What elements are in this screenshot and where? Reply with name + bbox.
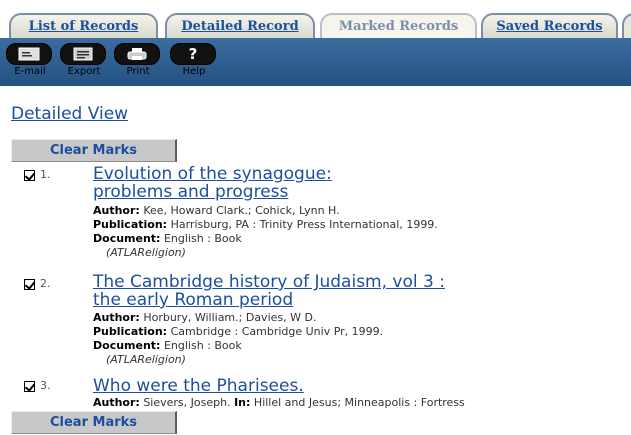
help-label: Help [182, 66, 206, 77]
record-1-author-value: Kee, Howard Clark.; Cohick, Lynn H. [143, 204, 340, 217]
record-1-document-value: English : Book [163, 232, 242, 245]
record-2-publication-label: Publication: [93, 325, 168, 338]
detailed-view-link[interactable]: Detailed View [11, 104, 128, 124]
record-1-checkbox[interactable] [24, 170, 35, 181]
record-3-title-line1[interactable]: Who were the Pharisees. [93, 376, 304, 396]
record-2-title-line2[interactable]: the early Roman period [93, 290, 293, 310]
record-3-number: 3. [40, 379, 51, 392]
record-3-in-value: Hillel and Jesus; Minneapolis : Fortress [253, 396, 465, 409]
export-label: Export [67, 66, 101, 77]
record-1-title-line1[interactable]: Evolution of the synagogue: [93, 164, 332, 184]
record-2-publication-value: Cambridge : Cambridge Univ Pr, 1999. [170, 325, 384, 338]
record-2-publication: Publication: Cambridge : Cambridge Univ … [93, 325, 383, 339]
print-button[interactable]: Print [110, 43, 166, 83]
record-1-document-label: Document: [93, 232, 161, 245]
tab-marked-records[interactable]: Marked Records [320, 13, 477, 38]
record-3-author: Author: Sievers, Joseph. In: Hillel and … [93, 396, 465, 410]
record-2-title-line1[interactable]: The Cambridge history of Judaism, vol 3 … [93, 272, 445, 292]
email-button[interactable]: E-mail [2, 43, 58, 83]
record-3-author-label: Author: [93, 396, 140, 409]
record-2-author-value: Horbury, William.; Davies, W D. [143, 311, 317, 324]
clear-marks-button-bottom[interactable]: Clear Marks [11, 411, 177, 434]
email-icon [6, 43, 52, 65]
record-1-document: Document: English : Book [93, 232, 242, 246]
record-3-author-value: Sievers, Joseph. [143, 396, 231, 409]
record-2-checkbox[interactable] [24, 279, 35, 290]
tab-overflow[interactable] [622, 13, 631, 38]
tab-bar: List of Records Detailed Record Marked R… [0, 0, 631, 42]
tab-saved-records[interactable]: Saved Records [481, 13, 618, 38]
toolbar: E-mail Export Print ? Help [0, 38, 631, 86]
record-3-in-label: In: [234, 396, 251, 409]
record-2-document: Document: English : Book [93, 339, 242, 353]
record-3-checkbox[interactable] [24, 381, 35, 392]
record-2-document-value: English : Book [163, 339, 242, 352]
record-2-source: (ATLAReligion) [106, 353, 186, 366]
print-icon [114, 43, 160, 65]
record-1-number: 1. [40, 168, 51, 181]
tab-list-of-records[interactable]: List of Records [9, 13, 158, 38]
clear-marks-button-top[interactable]: Clear Marks [11, 139, 177, 162]
tab-detailed-record[interactable]: Detailed Record [165, 13, 315, 38]
help-button[interactable]: ? Help [166, 43, 222, 83]
record-2-document-label: Document: [93, 339, 161, 352]
record-1-source: (ATLAReligion) [106, 246, 186, 259]
help-icon: ? [170, 43, 216, 65]
record-1-publication-value: Harrisburg, PA : Trinity Press Internati… [170, 218, 438, 231]
record-1-publication-label: Publication: [93, 218, 168, 231]
record-2-number: 2. [40, 277, 51, 290]
print-label: Print [126, 66, 150, 77]
record-1-author-label: Author: [93, 204, 140, 217]
export-icon [60, 43, 106, 65]
record-2-author: Author: Horbury, William.; Davies, W D. [93, 311, 316, 325]
record-1-publication: Publication: Harrisburg, PA : Trinity Pr… [93, 218, 438, 232]
record-1-title-line2[interactable]: problems and progress [93, 182, 288, 202]
record-2-author-label: Author: [93, 311, 140, 324]
record-1-author: Author: Kee, Howard Clark.; Cohick, Lynn… [93, 204, 340, 218]
export-button[interactable]: Export [56, 43, 112, 83]
email-label: E-mail [14, 66, 46, 77]
